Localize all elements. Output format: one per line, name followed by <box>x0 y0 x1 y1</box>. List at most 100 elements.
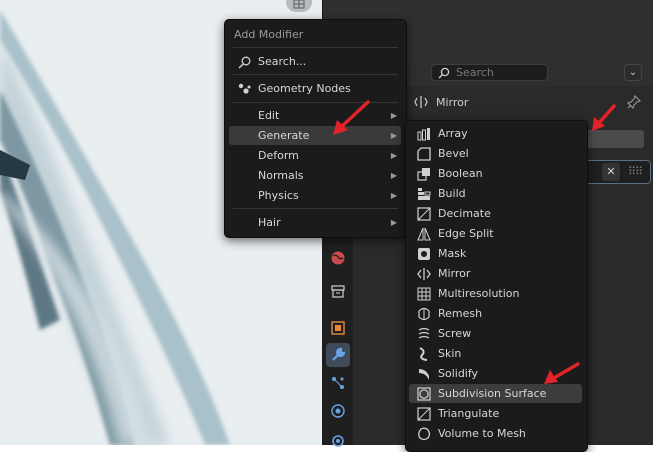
menu-divider <box>233 47 398 48</box>
submenu-item-label: Decimate <box>438 207 491 220</box>
build-icon <box>417 187 431 201</box>
menu-item-normals[interactable]: Normals ▶ <box>229 166 401 185</box>
submenu-item-skin[interactable]: Skin <box>409 344 582 363</box>
physics-icon <box>331 404 345 418</box>
menu-item-physics[interactable]: Physics ▶ <box>229 186 401 205</box>
subsurf-icon <box>417 387 431 401</box>
submenu-item-label: Volume to Mesh <box>438 427 526 440</box>
submenu-item-boolean[interactable]: Boolean <box>409 164 582 183</box>
submenu-item-decimate[interactable]: Decimate <box>409 204 582 223</box>
submenu-item-remesh[interactable]: Remesh <box>409 304 582 323</box>
object-icon <box>331 321 345 335</box>
bevel-icon <box>417 147 431 161</box>
chevron-right-icon: ▶ <box>390 191 397 200</box>
grid-icon <box>293 0 305 9</box>
menu-item-edit[interactable]: Edit ▶ <box>229 106 401 125</box>
submenu-item-label: Triangulate <box>438 407 500 420</box>
submenu-item-label: Mirror <box>438 267 471 280</box>
chevron-right-icon: ▶ <box>390 218 397 227</box>
menu-item-hair[interactable]: Hair ▶ <box>229 213 401 232</box>
tab-collection[interactable] <box>326 279 350 303</box>
modifier-mirror-icon <box>414 96 428 108</box>
close-icon[interactable]: ✕ <box>602 163 620 181</box>
boolean-icon <box>417 167 431 181</box>
edge-split-icon <box>417 227 431 241</box>
submenu-item-label: Mask <box>438 247 467 260</box>
menu-item-label: Hair <box>258 216 281 229</box>
mask-icon <box>417 247 431 261</box>
chevron-down-icon: ⌄ <box>628 67 638 78</box>
menu-item-generate[interactable]: Generate ▶ <box>229 126 401 145</box>
triangulate-icon <box>417 407 431 421</box>
breadcrumb-modifier: Mirror <box>436 95 469 109</box>
menu-divider <box>233 74 398 75</box>
options-dropdown[interactable]: ⌄ <box>624 64 642 81</box>
particles-icon <box>332 377 344 389</box>
submenu-item-label: Build <box>438 187 466 200</box>
submenu-item-label: Screw <box>438 327 472 340</box>
viewport-grid-button[interactable] <box>286 0 312 12</box>
tab-modifiers[interactable] <box>326 343 350 367</box>
add-modifier-menu: Add Modifier Search... Geometry Nodes Ed… <box>224 19 407 238</box>
drag-handle-icon[interactable]: ⠿⠿ <box>628 165 643 178</box>
submenu-item-subdivision-surface[interactable]: Subdivision Surface <box>409 384 582 403</box>
decimate-icon <box>417 207 431 221</box>
search-icon <box>237 55 251 69</box>
solidify-icon <box>417 367 431 381</box>
world-icon <box>331 251 345 265</box>
submenu-item-label: Bevel <box>438 147 469 160</box>
menu-title: Add Modifier <box>234 28 304 41</box>
submenu-item-screw[interactable]: Screw <box>409 324 582 343</box>
search-placeholder: Search <box>456 66 494 79</box>
submenu-item-triangulate[interactable]: Triangulate <box>409 404 582 423</box>
tab-constraints[interactable] <box>326 427 350 451</box>
menu-item-label: Edit <box>258 109 280 122</box>
generate-submenu: Array Bevel Boolean Build Decimate Edge … <box>405 120 588 452</box>
collection-icon <box>331 285 345 298</box>
chevron-right-icon: ▶ <box>390 171 397 180</box>
submenu-item-label: Solidify <box>438 367 479 380</box>
submenu-item-solidify[interactable]: Solidify <box>409 364 582 383</box>
submenu-item-array[interactable]: Array <box>409 124 582 143</box>
submenu-item-label: Skin <box>438 347 462 360</box>
skin-icon <box>417 347 431 361</box>
mirror-icon <box>417 267 431 281</box>
menu-divider <box>233 208 398 209</box>
pin-icon[interactable] <box>626 94 642 112</box>
menu-item-deform[interactable]: Deform ▶ <box>229 146 401 165</box>
submenu-item-volume-to-mesh[interactable]: Volume to Mesh <box>409 424 582 443</box>
tab-world[interactable] <box>326 246 350 270</box>
submenu-item-bevel[interactable]: Bevel <box>409 144 582 163</box>
submenu-item-build[interactable]: Build <box>409 184 582 203</box>
menu-item-search[interactable]: Search... <box>229 52 401 71</box>
submenu-item-multiresolution[interactable]: Multiresolution <box>409 284 582 303</box>
array-icon <box>417 127 431 141</box>
menu-item-label: Geometry Nodes <box>258 82 351 95</box>
multires-icon <box>417 287 431 301</box>
submenu-item-label: Boolean <box>438 167 483 180</box>
submenu-item-label: Multiresolution <box>438 287 520 300</box>
submenu-item-mask[interactable]: Mask <box>409 244 582 263</box>
volume-to-mesh-icon <box>417 427 431 441</box>
submenu-item-edge-split[interactable]: Edge Split <box>409 224 582 243</box>
menu-item-label: Physics <box>258 189 299 202</box>
submenu-item-mirror[interactable]: Mirror <box>409 264 582 283</box>
menu-item-label: Normals <box>258 169 304 182</box>
properties-search-input[interactable]: Search <box>431 64 548 81</box>
menu-item-label: Generate <box>258 129 310 142</box>
menu-item-label: Deform <box>258 149 299 162</box>
remesh-icon <box>417 307 431 321</box>
chevron-right-icon: ▶ <box>390 131 397 140</box>
submenu-item-label: Remesh <box>438 307 483 320</box>
menu-divider <box>233 102 398 103</box>
menu-item-geometry-nodes[interactable]: Geometry Nodes <box>229 79 401 98</box>
geometry-nodes-icon <box>237 82 251 96</box>
submenu-item-label: Subdivision Surface <box>438 387 547 400</box>
search-icon <box>438 67 450 79</box>
tab-particles[interactable] <box>326 371 350 395</box>
chevron-right-icon: ▶ <box>390 111 397 120</box>
menu-item-label: Search... <box>258 55 307 68</box>
submenu-item-label: Edge Split <box>438 227 494 240</box>
tab-physics[interactable] <box>326 399 350 423</box>
tab-object[interactable] <box>326 316 350 340</box>
